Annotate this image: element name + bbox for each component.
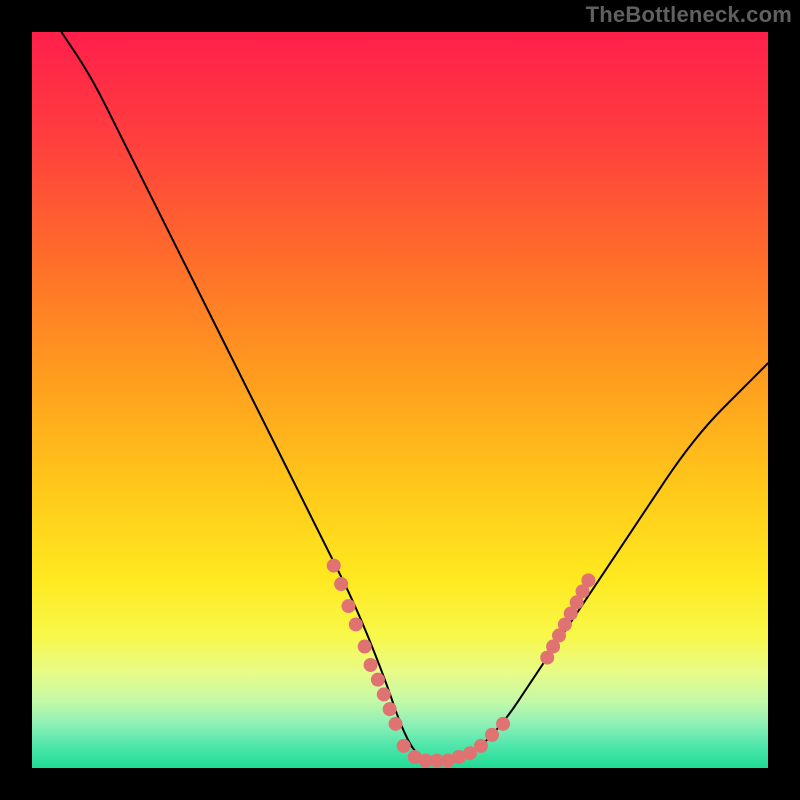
data-point bbox=[389, 717, 403, 731]
data-point bbox=[349, 617, 363, 631]
data-point bbox=[358, 640, 372, 654]
plot-area bbox=[32, 32, 768, 768]
data-point bbox=[334, 577, 348, 591]
data-point bbox=[496, 717, 510, 731]
data-point bbox=[485, 728, 499, 742]
data-point bbox=[581, 573, 595, 587]
data-point bbox=[377, 687, 391, 701]
data-point bbox=[383, 702, 397, 716]
data-point bbox=[474, 739, 488, 753]
data-point bbox=[327, 559, 341, 573]
watermark-text: TheBottleneck.com bbox=[586, 2, 792, 28]
data-point bbox=[371, 673, 385, 687]
data-point bbox=[341, 599, 355, 613]
bottleneck-chart bbox=[0, 0, 800, 800]
data-point bbox=[364, 658, 378, 672]
data-point bbox=[397, 739, 411, 753]
plot-background bbox=[32, 32, 768, 768]
chart-container: TheBottleneck.com bbox=[0, 0, 800, 800]
